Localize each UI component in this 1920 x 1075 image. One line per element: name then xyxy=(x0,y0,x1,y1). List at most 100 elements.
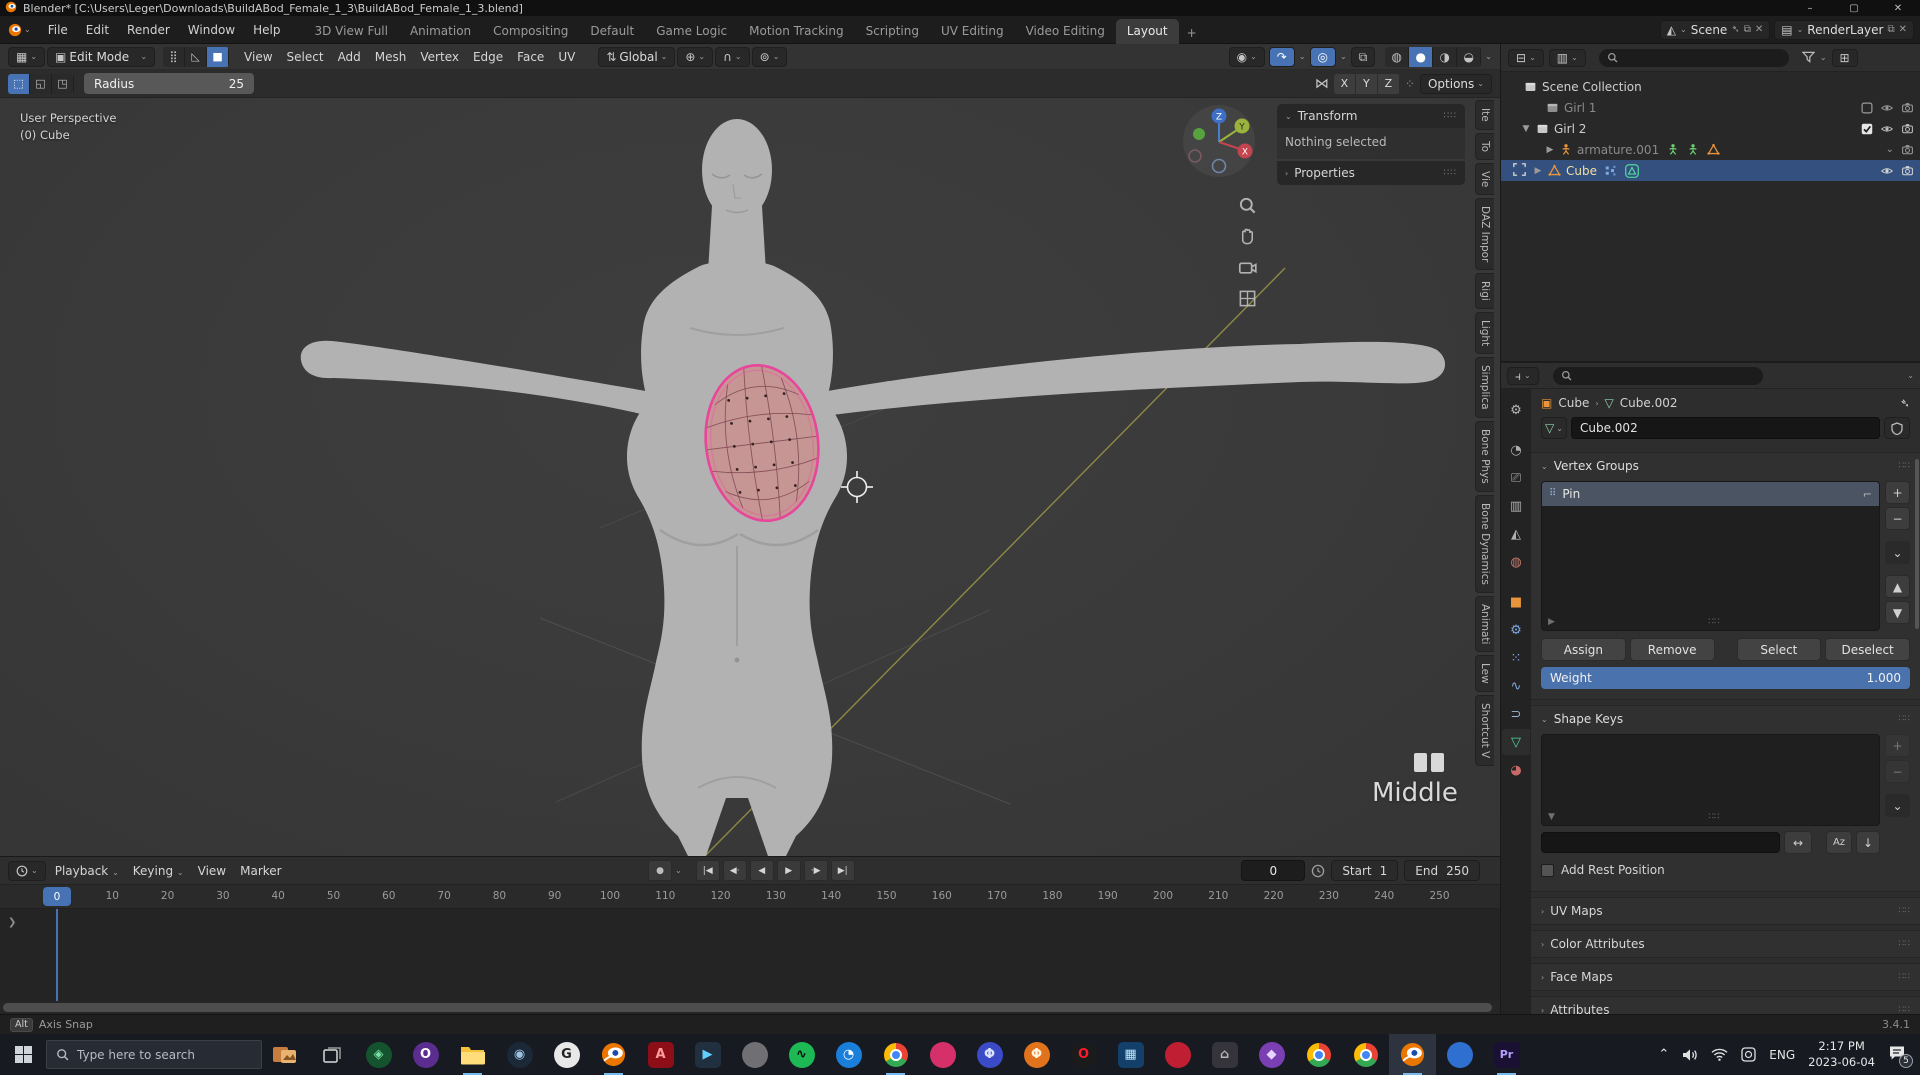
select-subtract-icon[interactable]: ◳ xyxy=(52,74,74,94)
notifications-icon[interactable]: 5 xyxy=(1888,1045,1906,1064)
snap-falloff-icon[interactable]: ⁘ xyxy=(1405,78,1415,90)
taskbar-app-app-pink-circle[interactable] xyxy=(919,1034,966,1075)
navigation-gizmo[interactable]: Z Y X xyxy=(1182,104,1256,178)
properties-tab-data[interactable]: ▽ xyxy=(1502,729,1530,755)
orientation-dropdown[interactable]: ⇅Global⌄ xyxy=(598,47,675,67)
viewport-3d[interactable]: ▦⌄ ▣Edit Mode⌄ ⣿ ◺ ■ ViewSelectAddMeshVe… xyxy=(0,44,1500,856)
play-reverse-button[interactable]: ◀ xyxy=(750,860,774,881)
auto-keying-toggle[interactable]: ● xyxy=(648,860,672,881)
taskbar-app-app-gray[interactable] xyxy=(731,1034,778,1075)
fake-user-shield-button[interactable] xyxy=(1884,417,1910,439)
outliner-filter-mode-dropdown[interactable]: ▥⌄ xyxy=(1549,49,1586,67)
exclude-checkbox[interactable] xyxy=(1861,123,1873,135)
disable-render-icon[interactable] xyxy=(1901,123,1914,135)
hide-eye-icon[interactable] xyxy=(1880,102,1894,114)
timeline-track-area[interactable]: ❯ xyxy=(0,909,1500,1001)
section-color-attributes[interactable]: ›Color Attributes∷∷ xyxy=(1531,930,1920,958)
remove-button[interactable]: Remove xyxy=(1630,638,1715,661)
sidebar-tab-simplica[interactable]: Simplica xyxy=(1475,357,1494,418)
sidebar-tab-rigi[interactable]: Rigi xyxy=(1475,273,1494,309)
outliner-row-girl-2[interactable]: ▼Girl 2 xyxy=(1501,118,1920,139)
tab-scripting[interactable]: Scripting xyxy=(855,19,930,44)
hide-eye-icon[interactable] xyxy=(1880,165,1894,177)
rendered-shading-icon[interactable]: ◒ xyxy=(1457,47,1481,67)
gizmos-toggle[interactable]: ↷ xyxy=(1269,47,1295,67)
playhead-line[interactable] xyxy=(56,909,58,1001)
maximize-button[interactable]: ▢ xyxy=(1832,3,1876,14)
menu-edit[interactable]: Edit xyxy=(77,19,118,41)
add-vertex-group-button[interactable]: + xyxy=(1885,481,1910,504)
disclosure-icon[interactable]: ▶ xyxy=(1533,166,1543,176)
vertex-group-item-pin[interactable]: ⠿ Pin ⌐ xyxy=(1542,482,1879,506)
properties-tab-render[interactable]: ◔ xyxy=(1502,437,1530,463)
taskbar-app-spotify[interactable]: ∿ xyxy=(778,1034,825,1075)
properties-tab-material[interactable]: ◕ xyxy=(1502,757,1530,783)
deselect-button[interactable]: Deselect xyxy=(1825,638,1910,661)
pin-icon[interactable]: ➴ xyxy=(1900,397,1910,409)
material-shading-icon[interactable]: ◑ xyxy=(1433,47,1457,67)
sidebar-tab-daz-impor[interactable]: DAZ Impor xyxy=(1475,198,1494,270)
properties-filter-icon[interactable]: ⌄ xyxy=(1907,371,1914,380)
remove-shape-key-button[interactable]: − xyxy=(1885,760,1910,783)
face-select-icon[interactable]: ■ xyxy=(207,47,229,67)
preview-range-clock-icon[interactable] xyxy=(1311,864,1325,878)
timeline-scrollbar[interactable] xyxy=(0,1001,1500,1014)
taskbar-app-app-blue-circle[interactable] xyxy=(1436,1034,1483,1075)
select-extend-icon[interactable]: ◱ xyxy=(30,74,52,94)
filter-funnel-icon[interactable] xyxy=(1802,51,1815,65)
add-rest-position-checkbox[interactable] xyxy=(1541,864,1554,877)
disable-render-icon[interactable] xyxy=(1901,144,1914,156)
menu-window[interactable]: Window xyxy=(179,19,244,41)
mode-dropdown[interactable]: ▣Edit Mode⌄ xyxy=(47,47,155,67)
next-keyframe-button[interactable]: ·▶ xyxy=(804,860,828,881)
shape-key-specials-button[interactable]: ⌄ xyxy=(1885,794,1910,817)
viewport-menu-face[interactable]: Face xyxy=(510,47,551,67)
breadcrumb-object[interactable]: Cube xyxy=(1558,396,1589,410)
viewport-menu-edge[interactable]: Edge xyxy=(466,47,510,67)
panel-grip-icon[interactable]: ∷∷ xyxy=(1899,461,1910,471)
disclosure-icon[interactable]: ▶ xyxy=(1545,145,1555,155)
viewport-menu-add[interactable]: Add xyxy=(331,47,368,67)
play-button[interactable]: ▶ xyxy=(777,860,801,881)
proportional-edit-toggle[interactable]: ⊚⌄ xyxy=(752,47,788,67)
news-widget-icon[interactable] xyxy=(262,1034,308,1075)
breadcrumb-data[interactable]: Cube.002 xyxy=(1620,396,1678,410)
tab-uv-editing[interactable]: UV Editing xyxy=(930,19,1015,44)
camera-view-icon[interactable] xyxy=(1236,256,1258,278)
properties-tab-scene[interactable]: ◭ xyxy=(1502,521,1530,547)
viewport-menu-select[interactable]: Select xyxy=(280,47,331,67)
current-frame-field[interactable]: 0 xyxy=(1241,860,1305,881)
sidebar-tab-lew[interactable]: Lew xyxy=(1475,655,1494,692)
taskbar-app-chrome-profile-2[interactable] xyxy=(1295,1034,1342,1075)
exclude-checkbox[interactable] xyxy=(1861,102,1873,114)
symmetry-icon[interactable]: ⋈ xyxy=(1315,77,1329,91)
taskbar-app-chrome[interactable] xyxy=(872,1034,919,1075)
properties-tab-object[interactable]: ■ xyxy=(1502,589,1530,615)
disable-render-icon[interactable] xyxy=(1901,165,1914,177)
properties-tab-tool[interactable]: ⚙ xyxy=(1502,397,1530,423)
hide-eye-icon[interactable] xyxy=(1880,123,1894,135)
jump-to-start-button[interactable]: |◀ xyxy=(696,860,720,881)
show-object-types-dropdown[interactable]: ◉⌄ xyxy=(1229,47,1265,67)
jump-to-end-button[interactable]: ▶| xyxy=(831,860,855,881)
menu-file[interactable]: File xyxy=(39,19,77,41)
disable-render-icon[interactable] xyxy=(1901,102,1914,114)
viewport-canvas[interactable]: User Perspective (0) Cube Z Y X ⌄Transfo… xyxy=(0,98,1500,856)
taskbar-search[interactable]: Type here to search xyxy=(46,1040,262,1069)
prev-keyframe-button[interactable]: ◀· xyxy=(723,860,747,881)
outliner-display-mode-dropdown[interactable]: ⊟⌄ xyxy=(1508,49,1544,67)
mirror-x-toggle[interactable]: X xyxy=(1334,74,1356,94)
vertex-groups-list[interactable]: ⠿ Pin ⌐ ▶∷∷ xyxy=(1541,481,1880,631)
properties-panel-header[interactable]: ›Properties ∷∷ xyxy=(1277,161,1465,185)
vertex-group-specials-button[interactable]: ⌄ xyxy=(1885,541,1910,564)
shape-key-name-input[interactable] xyxy=(1541,832,1780,853)
taskbar-app-file-explorer[interactable] xyxy=(449,1034,496,1075)
sort-direction-button[interactable]: ↓ xyxy=(1856,831,1880,854)
outliner-row-cube[interactable]: ▶Cube xyxy=(1501,160,1920,181)
properties-tab-view-layer[interactable]: ▥ xyxy=(1502,493,1530,519)
move-down-button[interactable]: ▼ xyxy=(1885,601,1910,624)
outliner-row-scene-collection[interactable]: Scene Collection xyxy=(1501,76,1920,97)
menu-render[interactable]: Render xyxy=(118,19,179,41)
minimize-button[interactable]: – xyxy=(1788,3,1832,14)
lock-open-icon[interactable]: ⌐ xyxy=(1863,488,1872,501)
